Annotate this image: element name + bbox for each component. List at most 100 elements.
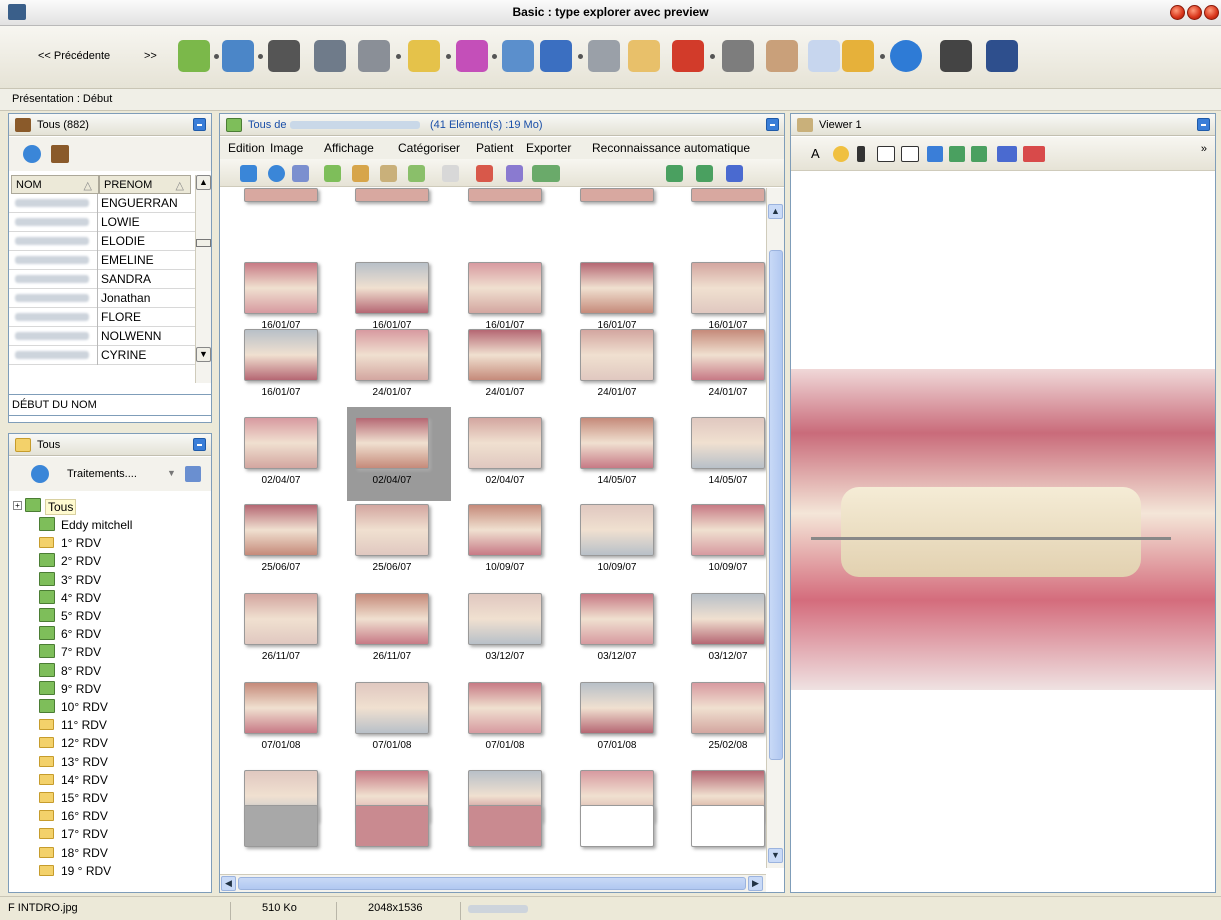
table-row[interactable]: FLORE	[9, 308, 205, 327]
calendar-icon[interactable]	[324, 165, 341, 182]
thumbnail[interactable]	[691, 805, 765, 847]
table-row[interactable]: Jonathan	[9, 289, 205, 308]
tree-node[interactable]: 3° RDV	[39, 571, 199, 588]
thumbnail[interactable]	[580, 805, 654, 847]
patients-scrollbar[interactable]: ▲ ▼	[195, 175, 211, 383]
close-button[interactable]	[1204, 5, 1219, 20]
tree-node[interactable]: 18° RDV	[39, 845, 199, 861]
lasso-icon[interactable]	[833, 146, 849, 162]
gallery-vertical-scrollbar[interactable]: ▲ ▼	[766, 188, 784, 868]
treatment-dropdown[interactable]: Traitements....	[67, 468, 137, 480]
tree-node[interactable]: 15° RDV	[39, 790, 199, 806]
next-button[interactable]: >>	[144, 50, 157, 62]
gallery-horizontal-scrollbar[interactable]: ◀ ▶	[220, 874, 766, 892]
thumbnail[interactable]	[580, 593, 654, 645]
thumbnail[interactable]	[355, 262, 429, 314]
table-row[interactable]: SANDRA	[9, 270, 205, 289]
scroll-up-arrow[interactable]: ▲	[768, 204, 783, 219]
thumbnail[interactable]	[468, 262, 542, 314]
thumbnail[interactable]	[691, 329, 765, 381]
text-tool-icon[interactable]: A	[811, 146, 820, 161]
thumbnail[interactable]	[691, 262, 765, 314]
thumbnail[interactable]	[244, 188, 318, 202]
previous-button[interactable]: << Précédente	[38, 50, 110, 62]
table-row[interactable]: LOWIE	[9, 213, 205, 232]
scroll-down-arrow[interactable]: ▼	[196, 347, 211, 362]
effect-icon[interactable]	[476, 165, 493, 182]
group-icon[interactable]	[51, 145, 69, 163]
table-row[interactable]: EMELINE	[9, 251, 205, 270]
tree-node[interactable]: 11° RDV	[39, 717, 199, 733]
thumbnail[interactable]	[244, 805, 318, 847]
measure-icon[interactable]	[857, 146, 865, 162]
tree-node[interactable]: 5° RDV	[39, 608, 199, 624]
tree-node[interactable]: 1° RDV	[39, 535, 199, 551]
table-row[interactable]: ELODIE	[9, 232, 205, 251]
thumbnail[interactable]	[355, 682, 429, 734]
scroll-right-arrow[interactable]: ▶	[748, 876, 763, 891]
tree-node[interactable]: 8° RDV	[39, 662, 199, 679]
chart-icon[interactable]	[997, 146, 1017, 162]
view-icon[interactable]	[442, 165, 459, 182]
webcam-icon[interactable]	[314, 40, 346, 72]
edit-icon[interactable]	[502, 40, 534, 72]
expand-icon[interactable]: +	[13, 501, 22, 510]
patient-icon[interactable]	[178, 40, 210, 72]
thumbnail[interactable]	[468, 329, 542, 381]
import-icon[interactable]	[240, 165, 257, 182]
thumbnail[interactable]	[244, 593, 318, 645]
presentation-icon[interactable]	[672, 40, 704, 72]
dropdown-arrow-icon[interactable]	[492, 54, 497, 59]
thumbnail[interactable]	[355, 593, 429, 645]
thumbnail[interactable]	[691, 417, 765, 469]
menu-item[interactable]: Edition	[228, 141, 265, 155]
thumbnail[interactable]	[468, 188, 542, 202]
thumbnail[interactable]	[580, 682, 654, 734]
overflow-chevron-icon[interactable]: »	[1201, 143, 1207, 155]
thumbnail[interactable]	[580, 262, 654, 314]
thumbnail[interactable]	[244, 682, 318, 734]
thumbnail[interactable]	[580, 188, 654, 202]
thumbnail[interactable]	[580, 329, 654, 381]
panel-minimize-button[interactable]	[193, 118, 206, 131]
menu-item[interactable]: Patient	[476, 141, 513, 155]
scroll-down-arrow[interactable]: ▼	[768, 848, 783, 863]
scanner-icon[interactable]	[358, 40, 390, 72]
align-left-icon[interactable]	[666, 165, 683, 182]
thumbnail[interactable]	[580, 417, 654, 469]
align-right-icon[interactable]	[696, 165, 713, 182]
dropdown-arrow-icon[interactable]	[396, 54, 401, 59]
scroll-left-arrow[interactable]: ◀	[221, 876, 236, 891]
network-icon[interactable]	[986, 40, 1018, 72]
mail-icon[interactable]	[628, 40, 660, 72]
tree-node[interactable]: 19 ° RDV	[39, 863, 199, 879]
scroll-thumb[interactable]	[196, 239, 211, 247]
refresh-icon[interactable]	[23, 145, 41, 163]
align-right-icon[interactable]	[971, 146, 987, 162]
copy-icon[interactable]	[352, 165, 369, 182]
paste-icon[interactable]	[380, 165, 397, 182]
camera-icon[interactable]	[268, 40, 300, 72]
menu-item[interactable]: Catégoriser	[398, 141, 460, 155]
puzzle-icon[interactable]	[842, 40, 874, 72]
align-left-icon[interactable]	[949, 146, 965, 162]
menu-item[interactable]: Affichage	[324, 141, 374, 155]
thumbnail[interactable]	[691, 682, 765, 734]
scroll-thumb[interactable]	[238, 877, 746, 890]
thumbnail[interactable]	[468, 682, 542, 734]
undo-icon[interactable]	[927, 146, 943, 162]
thumbnail[interactable]	[355, 329, 429, 381]
tree-node[interactable]: 4° RDV	[39, 589, 199, 606]
thumbnail[interactable]	[244, 417, 318, 469]
dropdown-arrow-icon[interactable]	[710, 54, 715, 59]
lines-icon[interactable]	[1023, 146, 1045, 162]
thumbnail[interactable]	[355, 188, 429, 202]
grid-icon[interactable]	[877, 146, 895, 162]
panel-minimize-button[interactable]	[193, 438, 206, 451]
tree-node[interactable]: 17° RDV	[39, 826, 199, 842]
dropdown-arrow-icon[interactable]: ▼	[167, 468, 176, 478]
table-row[interactable]: NOLWENN	[9, 327, 205, 346]
column-header-nom[interactable]: NOM △	[11, 175, 99, 194]
dropdown-arrow-icon[interactable]	[258, 54, 263, 59]
panel-minimize-button[interactable]	[1197, 118, 1210, 131]
